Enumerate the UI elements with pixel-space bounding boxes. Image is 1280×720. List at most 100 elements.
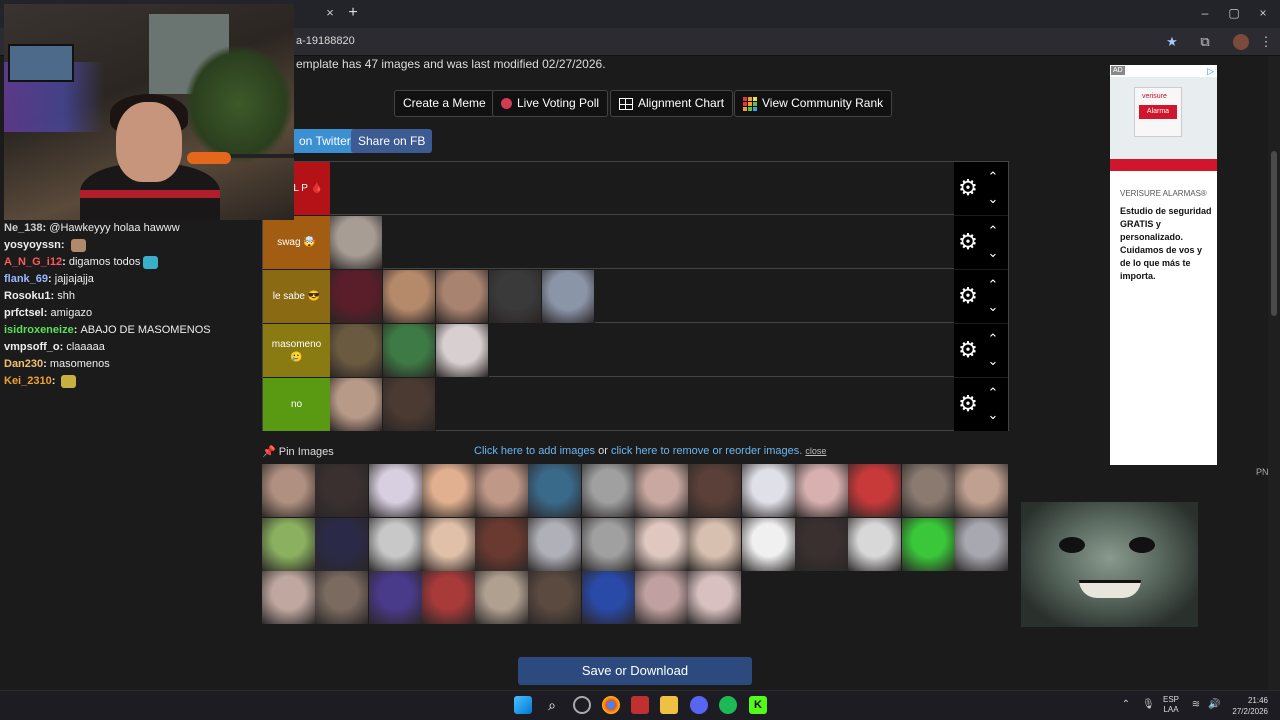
chat-username[interactable]: flank_69 [4,273,48,285]
pool-image[interactable] [528,517,582,571]
extensions-icon[interactable]: ⧉ [1197,34,1213,50]
save-download-button[interactable]: Save or Download [518,657,752,685]
chevron-up-icon[interactable]: ⌃ [986,278,1000,291]
tab-close-icon[interactable]: × [322,5,338,21]
pool-image[interactable] [635,571,689,624]
scrollbar[interactable] [1268,56,1280,690]
chat-username[interactable]: prfctsel [4,307,44,319]
pool-image[interactable] [475,517,529,571]
discord-icon[interactable] [690,696,708,714]
pool-image[interactable] [368,517,422,571]
pool-image[interactable] [581,464,635,517]
scroll-thumb[interactable] [1271,151,1277,316]
tier-image[interactable] [436,270,489,323]
chevron-down-icon[interactable]: ⌄ [986,408,1000,421]
tier-image[interactable] [330,378,383,431]
chevron-up-icon[interactable]: ⌃ [986,224,1000,237]
chevron-up-icon[interactable]: ⌃ [986,332,1000,345]
pool-image[interactable] [741,464,795,517]
create-meme-button[interactable]: Create a Meme [394,90,495,117]
pool-image[interactable] [421,571,475,624]
pool-image[interactable] [262,464,315,517]
pool-image[interactable] [528,464,582,517]
chat-username[interactable]: vmpsoff_o [4,341,60,353]
pool-image[interactable] [688,517,742,571]
tray-chevron-icon[interactable]: ⌃ [1120,699,1132,711]
close-link[interactable]: close [805,446,826,456]
chat-username[interactable]: yosyoyssn [4,239,61,251]
app-icon[interactable] [573,696,591,714]
pool-image[interactable] [581,517,635,571]
pool-image[interactable] [688,571,742,624]
alignment-chart-button[interactable]: Alignment Chart [610,90,734,117]
chevron-down-icon[interactable]: ⌄ [986,354,1000,367]
chevron-up-icon[interactable]: ⌃ [986,386,1000,399]
kick-icon[interactable]: K [749,696,767,714]
maximize-icon[interactable]: ▢ [1227,6,1241,20]
pool-image[interactable] [794,517,848,571]
pool-image[interactable] [794,464,848,517]
chat-username[interactable]: isidroxeneize [4,324,74,336]
pool-image[interactable] [954,464,1008,517]
ad-banner[interactable]: verisure Alarma AD ▷ VERISURE ALARMAS® E… [1110,65,1217,465]
pool-image[interactable] [848,517,902,571]
tier-image[interactable] [489,270,542,323]
wifi-icon[interactable]: ≋ [1190,699,1202,711]
volume-icon[interactable]: 🔊 [1208,699,1220,711]
chrome-icon[interactable] [602,696,620,714]
tier-image[interactable] [383,378,436,431]
pool-image[interactable] [368,464,422,517]
pool-image[interactable] [954,517,1008,571]
pool-image[interactable] [741,517,795,571]
chevron-up-icon[interactable]: ⌃ [986,170,1000,183]
gear-icon[interactable]: ⚙ [957,339,979,361]
gear-icon[interactable]: ⚙ [957,393,979,415]
pool-image[interactable] [262,517,315,571]
star-icon[interactable]: ★ [1164,34,1180,50]
pool-image[interactable] [581,571,635,624]
tier-image[interactable] [436,324,489,377]
pool-image[interactable] [848,464,902,517]
community-rank-button[interactable]: View Community Rank [734,90,893,117]
video-icon[interactable] [631,696,649,714]
chat-username[interactable]: Kei_2310 [4,375,52,387]
tier-image[interactable] [542,270,595,323]
pool-image[interactable] [475,464,529,517]
pool-image[interactable] [421,464,475,517]
pool-image[interactable] [635,464,689,517]
share-twitter-button[interactable]: on Twitter [292,129,358,153]
new-tab-icon[interactable]: + [345,4,361,22]
chevron-down-icon[interactable]: ⌄ [986,192,1000,205]
minimize-icon[interactable]: – [1198,6,1212,20]
language-indicator[interactable]: ESP LAA [1163,695,1179,715]
pool-image[interactable] [421,517,475,571]
tier-image[interactable] [330,270,383,323]
gear-icon[interactable]: ⚙ [957,177,979,199]
tier-image[interactable] [330,216,383,269]
pool-image[interactable] [368,571,422,624]
chat-username[interactable]: A_N_G_i12 [4,256,62,268]
pool-image[interactable] [688,464,742,517]
windows-icon[interactable] [514,696,532,714]
pool-image[interactable] [475,571,529,624]
reorder-images-link[interactable]: click here to remove or reorder images. [611,445,802,457]
tier-image[interactable] [383,324,436,377]
clock[interactable]: 21:46 27/2/2026 [1226,695,1268,717]
pool-image[interactable] [901,464,955,517]
gear-icon[interactable]: ⚙ [957,285,979,307]
chevron-down-icon[interactable]: ⌄ [986,300,1000,313]
search-icon[interactable]: ⌕ [543,696,561,714]
ad-choices-icon[interactable]: ▷ [1207,66,1214,77]
menu-icon[interactable]: ⋮ [1258,34,1274,50]
add-images-link[interactable]: Click here to add images [474,445,595,457]
url-text[interactable]: a-19188820 [296,35,355,47]
pool-image[interactable] [635,517,689,571]
share-facebook-button[interactable]: Share on FB [351,129,433,153]
pool-image[interactable] [262,571,315,624]
gear-icon[interactable]: ⚙ [957,231,979,253]
window-close-icon[interactable]: × [1256,6,1270,20]
tier-image[interactable] [383,270,436,323]
pool-image[interactable] [315,571,369,624]
microphone-icon[interactable]: 🎙 [1142,699,1155,711]
chat-username[interactable]: Ne_138 [4,222,43,234]
